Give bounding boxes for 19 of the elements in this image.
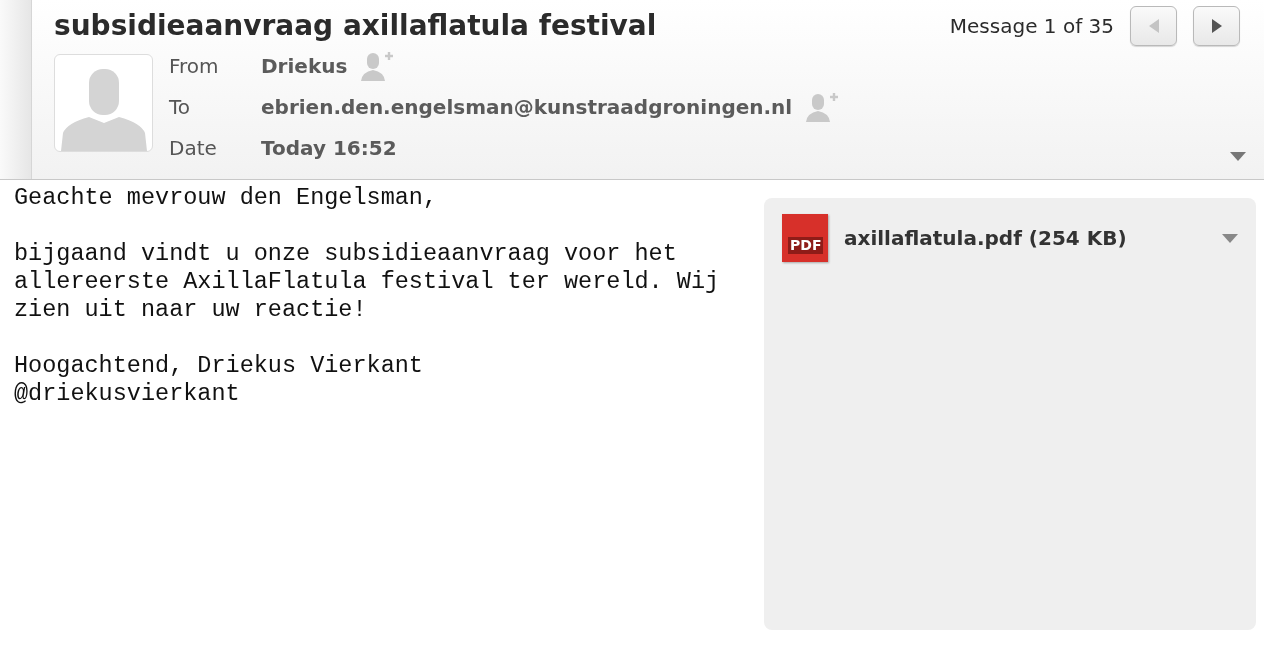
body-paragraph: Geachte mevrouw den Engelsman,	[14, 184, 439, 212]
subject-title: subsidieaanvraag axillaflatula festival	[54, 8, 657, 44]
field-value: Today 16:52	[261, 134, 397, 162]
field-value: ebrien.den.engelsman@kunstraadgroningen.nl	[261, 93, 793, 121]
field-label: Date	[169, 134, 218, 162]
right-triangle-icon	[1209, 17, 1224, 35]
body-paragraph: Hoogachtend, Driekus Vierkant @driekusvierkant	[14, 352, 424, 408]
pdf-file-icon[interactable]: PDF	[782, 214, 828, 262]
add-contact-icon[interactable]	[361, 50, 396, 81]
attachment-name[interactable]: axillaflatula.pdf (254 KB)	[844, 223, 1127, 253]
next-button[interactable]	[1193, 6, 1240, 46]
dropdown-caret-icon[interactable]	[1230, 152, 1246, 161]
field-label: From	[169, 52, 220, 80]
message-counter: Message 1 of 35	[949, 13, 1114, 40]
field-label: To	[169, 93, 192, 121]
dropdown-caret-icon[interactable]	[1222, 233, 1238, 243]
field-value: Driekus	[261, 52, 348, 80]
add-contact-icon[interactable]	[806, 91, 841, 122]
body-paragraph: bijgaand vindt u onze subsidieaanvraag voor het allereerste AxillaFlatula festival ter wereld. Wij zien uit naar uw reactie!	[14, 240, 721, 324]
